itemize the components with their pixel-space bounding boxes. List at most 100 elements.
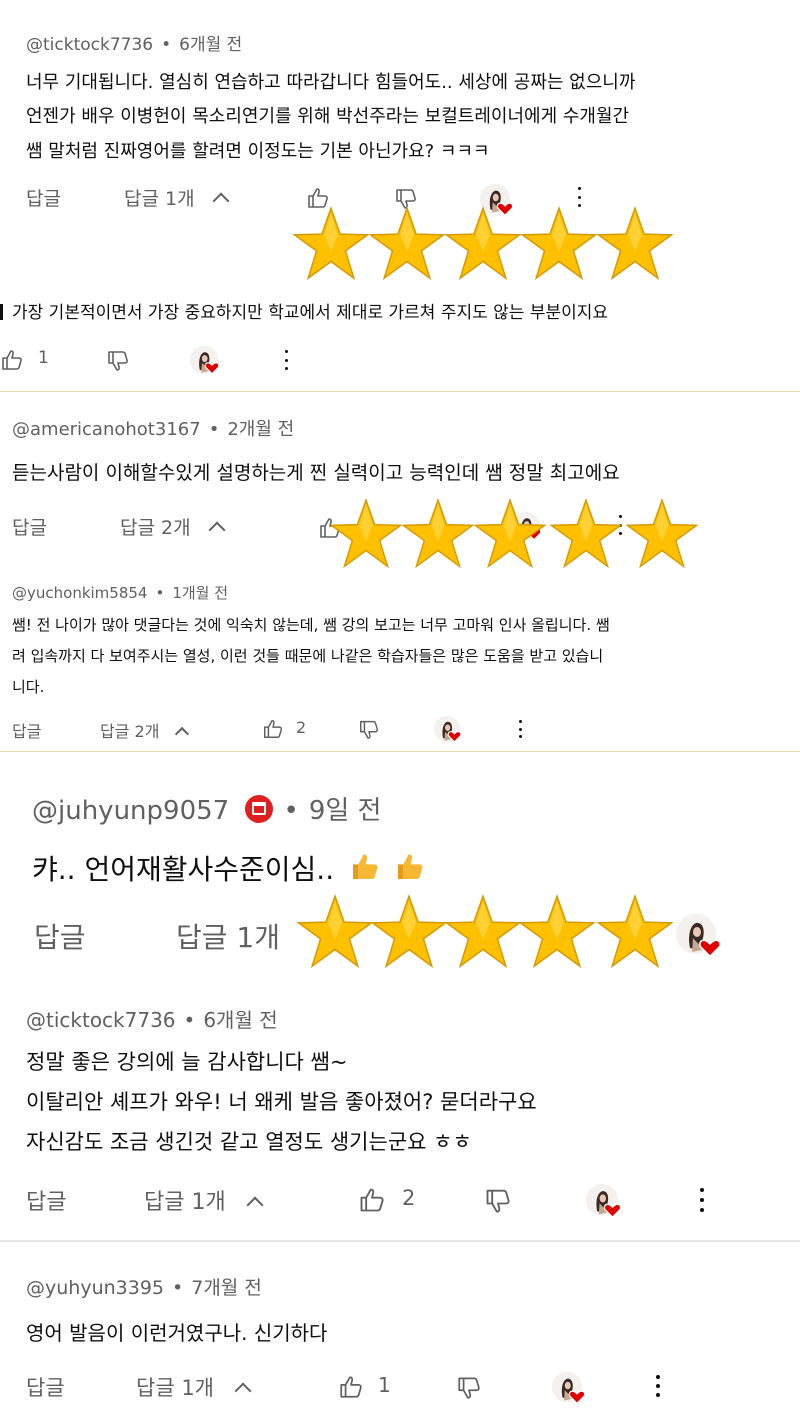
- like-count: 1: [378, 1373, 391, 1397]
- heart-icon: [447, 731, 462, 743]
- star-icon: [597, 207, 673, 279]
- comment-1-line-2: 언젠가 배우 이병헌이 목소리연기를 위해 박선주라는 보컬트레이너에게 수개월…: [26, 106, 630, 127]
- comment-1-line-3: 쌤 말처럼 진짜영어를 할려면 이정도는 기본 아닌가요? ㅋㅋㅋ: [26, 141, 490, 162]
- comment-4-header: @juhyunp9057 • 9일 전: [32, 790, 381, 827]
- reply-button[interactable]: 답글: [12, 718, 41, 742]
- comment-handle[interactable]: @yuchonkim5854: [12, 584, 147, 602]
- comment-handle[interactable]: @americanohot3167: [12, 419, 201, 440]
- like-count: 1: [38, 348, 49, 368]
- comment-6-text: 영어 발음이 이런거였구나. 신기하다: [26, 1321, 328, 1345]
- thumb-down-icon[interactable]: [456, 1374, 482, 1400]
- comment-3-line-1: 쌤! 전 나이가 많아 댓글다는 것에 익숙치 않는데, 쌤 강의 보고는 너무…: [12, 616, 610, 634]
- replies-count-label: 답글 2개: [100, 722, 160, 741]
- reply-button[interactable]: 답글: [26, 184, 61, 211]
- comment-5-header: @ticktock7736 • 6개월 전: [26, 1004, 278, 1033]
- comment-3-header: @yuchonkim5854 • 1개월 전: [12, 582, 228, 603]
- reply-button[interactable]: 답글: [26, 1184, 66, 1216]
- reply-text-left-fragment: [0, 304, 3, 320]
- creator-heart-avatar: [552, 1372, 590, 1410]
- comment-time[interactable]: 2개월 전: [227, 419, 294, 440]
- separator-dot: •: [161, 35, 172, 55]
- more-actions-icon[interactable]: [655, 1375, 661, 1397]
- more-actions-icon[interactable]: [576, 187, 582, 207]
- reply-button[interactable]: 답글: [26, 1372, 65, 1402]
- replies-count-label: 답글 1개: [144, 1190, 226, 1215]
- creator-heart-avatar: [434, 716, 468, 750]
- heart-icon: [204, 362, 220, 375]
- star-icon: [519, 895, 595, 967]
- star-icon: [445, 895, 521, 967]
- replies-count-label: 답글 1개: [124, 188, 195, 210]
- heart-icon: [568, 1390, 586, 1404]
- replies-count-label: 답글 1개: [176, 921, 280, 954]
- reply-button[interactable]: 답글: [12, 513, 47, 540]
- replies-count-label: 답글 1개: [136, 1376, 214, 1400]
- heart-icon: [603, 1203, 622, 1218]
- star-icon: [626, 499, 698, 568]
- heart-icon: [698, 939, 722, 958]
- separator-dot: •: [172, 1277, 184, 1299]
- chevron-up-icon: [246, 1196, 264, 1214]
- chevron-up-icon: [174, 726, 189, 742]
- comment-2-text: 듣는사람이 이해할수있게 설명하는게 찐 실력이고 능력인데 쌤 정말 최고에요: [12, 462, 620, 484]
- separator-dot: •: [183, 1008, 196, 1032]
- view-replies-button[interactable]: 답글 1개: [136, 1372, 252, 1402]
- star-icon: [371, 895, 447, 967]
- comment-time[interactable]: 7개월 전: [191, 1277, 262, 1299]
- comment-handle[interactable]: @ticktock7736: [26, 35, 153, 55]
- like-count: 2: [296, 718, 307, 737]
- star-icon: [550, 499, 622, 568]
- view-replies-button[interactable]: 답글 1개: [124, 184, 230, 211]
- star-icon: [330, 499, 402, 568]
- thumb-down-icon[interactable]: [484, 1186, 512, 1214]
- view-replies-button[interactable]: 답글 2개: [120, 513, 226, 540]
- star-icon: [597, 895, 673, 967]
- like-count: 2: [402, 1186, 416, 1210]
- creator-heart-avatar: [676, 914, 726, 964]
- comment-time[interactable]: 1개월 전: [172, 584, 228, 602]
- star-icon: [293, 207, 369, 279]
- creator-heart-avatar: [586, 1184, 626, 1224]
- more-actions-icon[interactable]: [283, 350, 289, 370]
- star-icon: [297, 895, 373, 967]
- comment-5-line-3: 자신감도 조금 생긴것 같고 열정도 생기는군요 ㅎㅎ: [26, 1130, 472, 1154]
- comment-handle[interactable]: @ticktock7736: [26, 1008, 176, 1032]
- separator-dot: •: [155, 584, 165, 602]
- comment-handle[interactable]: @juhyunp9057: [32, 796, 229, 826]
- comment-handle[interactable]: @yuhyun3395: [26, 1277, 164, 1299]
- thumb-up-icon[interactable]: [262, 718, 284, 740]
- comment-5-line-1: 정말 좋은 강의에 늘 감사합니다 쌤~: [26, 1050, 348, 1074]
- chevron-up-icon: [208, 521, 226, 539]
- more-actions-icon[interactable]: [517, 720, 523, 738]
- thumb-up-icon[interactable]: [0, 348, 24, 372]
- separator-dot: •: [208, 419, 220, 440]
- divider: [0, 751, 800, 752]
- comment-4-text: 캬.. 언어재활사수준이심..: [32, 853, 335, 886]
- comment-2-header: @americanohot3167 • 2개월 전: [12, 415, 294, 441]
- thumb-down-icon[interactable]: [358, 718, 380, 740]
- thumbs-up-emoji-icon: [349, 851, 381, 883]
- chevron-up-icon: [212, 192, 230, 210]
- reply-button[interactable]: 답글: [34, 916, 86, 956]
- replies-count-label: 답글 2개: [120, 517, 191, 539]
- more-actions-icon[interactable]: [699, 1188, 705, 1212]
- thumb-down-icon[interactable]: [106, 348, 130, 372]
- divider: [0, 1240, 800, 1242]
- view-replies-button[interactable]: 답글 1개: [176, 916, 280, 956]
- comment-time[interactable]: 6개월 전: [179, 35, 242, 55]
- divider: [0, 391, 800, 392]
- view-replies-button[interactable]: 답글 2개: [100, 718, 189, 742]
- view-replies-button[interactable]: 답글 1개: [144, 1184, 264, 1216]
- star-icon: [369, 207, 445, 279]
- red-badge-icon: [245, 795, 274, 823]
- creator-heart-avatar: [190, 346, 226, 382]
- star-icon: [445, 207, 521, 279]
- comment-time[interactable]: 6개월 전: [203, 1008, 277, 1032]
- comment-3-line-2: 려 입속까지 다 보여주시는 열성, 이런 것들 때문에 나같은 학습자들은 많…: [12, 647, 604, 665]
- comment-4-body: 캬.. 언어재활사수준이심..: [32, 848, 426, 888]
- comment-time[interactable]: 9일 전: [309, 796, 382, 826]
- comment-1-line-1: 너무 기대됩니다. 열심히 연습하고 따라갑니다 힘들어도.. 세상에 공짜는 …: [26, 72, 636, 93]
- comment-6-header: @yuhyun3395 • 7개월 전: [26, 1273, 262, 1300]
- thumb-up-icon[interactable]: [358, 1186, 386, 1214]
- thumb-up-icon[interactable]: [338, 1374, 364, 1400]
